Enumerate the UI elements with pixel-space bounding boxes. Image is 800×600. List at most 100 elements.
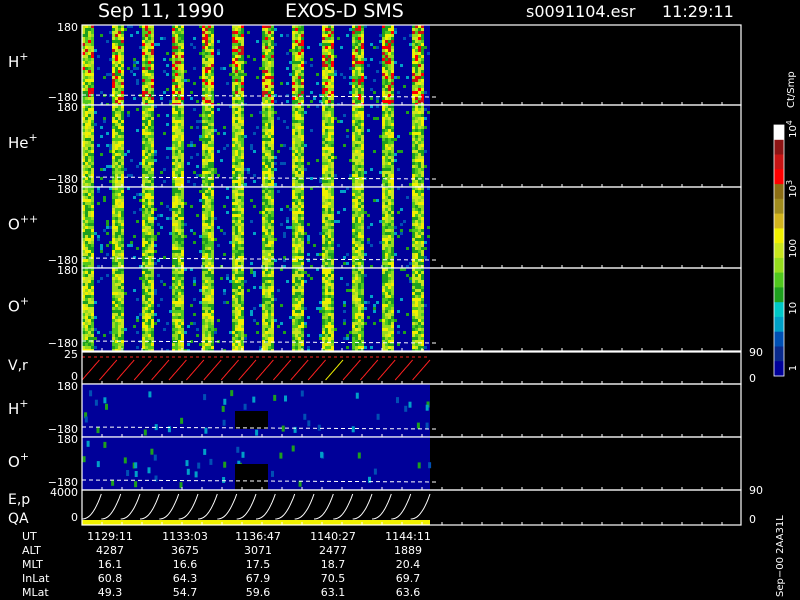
heatmap-cell	[145, 217, 148, 220]
heatmap-cell	[331, 168, 334, 171]
heatmap-cell	[181, 208, 184, 211]
heatmap-cell	[400, 208, 403, 211]
heatmap-cell	[355, 132, 358, 135]
heatmap-cell	[208, 85, 211, 88]
heatmap-cell	[391, 132, 394, 135]
heatmap-cell	[415, 208, 418, 211]
heatmap-cell	[322, 244, 325, 247]
heatmap-cell	[172, 153, 175, 156]
heatmap-cell	[97, 67, 100, 70]
heatmap-cell	[238, 129, 241, 132]
heatmap-cell	[142, 298, 145, 301]
heatmap-cell	[229, 64, 232, 67]
heatmap-cell	[97, 331, 100, 334]
heatmap-cell	[418, 262, 421, 265]
heatmap-cell	[172, 88, 175, 91]
heatmap-cell	[355, 165, 358, 168]
heatmap-cell	[151, 34, 154, 37]
heatmap-cell	[316, 82, 319, 85]
heatmap-cell	[85, 223, 88, 226]
heatmap-cell	[325, 196, 328, 199]
heatmap-cell	[175, 132, 178, 135]
heatmap-cell	[211, 114, 214, 117]
heatmap-cell	[142, 153, 145, 156]
heatmap-cell	[265, 159, 268, 162]
heatmap-cell	[301, 211, 304, 214]
heatmap-cell	[88, 232, 91, 235]
heatmap-cell	[91, 129, 94, 132]
heatmap-cell	[391, 88, 394, 91]
heatmap-cell	[421, 214, 424, 217]
heatmap-cell	[328, 135, 331, 138]
heatmap-cell	[292, 180, 295, 183]
heatmap-cell	[415, 138, 418, 141]
heatmap-cell	[382, 141, 385, 144]
heatmap-cell	[226, 82, 229, 85]
heatmap-cell	[352, 126, 355, 129]
heatmap-cell	[235, 97, 238, 100]
heatmap-cell	[328, 70, 331, 73]
heatmap-cell	[235, 91, 238, 94]
heatmap-cell	[382, 43, 385, 46]
heatmap-cell	[292, 262, 295, 265]
heatmap-cell	[343, 208, 346, 211]
heatmap-cell	[187, 79, 190, 82]
heatmap-cell	[202, 162, 205, 165]
heatmap-cell	[391, 159, 394, 162]
heatmap-cell	[172, 202, 175, 205]
heatmap-cell	[361, 199, 364, 202]
heatmap-cell	[331, 64, 334, 67]
heatmap-cell	[142, 174, 145, 177]
heatmap-cell	[238, 117, 241, 120]
heatmap-cell	[91, 79, 94, 82]
heatmap-cell	[271, 31, 274, 34]
heatmap-cell	[352, 196, 355, 199]
heatmap-cell	[241, 217, 244, 220]
heatmap-cell	[151, 295, 154, 298]
heatmap-cell	[355, 174, 358, 177]
heatmap-cell	[343, 262, 346, 265]
heatmap-cell	[145, 43, 148, 46]
heatmap-cell	[421, 180, 424, 183]
heatmap-cell	[88, 100, 91, 103]
heatmap-cell	[145, 253, 148, 256]
heatmap-cell	[274, 28, 277, 31]
heatmap-cell	[367, 129, 370, 132]
heatmap-cell	[337, 120, 340, 123]
heatmap-cell	[361, 180, 364, 183]
heatmap-cell	[211, 111, 214, 114]
heatmap-cell	[292, 244, 295, 247]
heatmap-cell	[166, 217, 169, 220]
heatmap-cell	[151, 28, 154, 31]
heatmap-cell	[238, 214, 241, 217]
heatmap-cell	[151, 49, 154, 52]
heatmap-cell	[175, 61, 178, 64]
heatmap-cell	[217, 49, 220, 52]
heatmap-cell	[271, 214, 274, 217]
heatmap-cell	[331, 141, 334, 144]
heatmap-cell	[142, 46, 145, 49]
heatmap-cell	[268, 138, 271, 141]
heatmap-cell	[415, 129, 418, 132]
heatmap-cell	[151, 259, 154, 262]
heatmap-cell	[388, 235, 391, 238]
heatmap-cell	[421, 253, 424, 256]
heatmap-cell	[115, 286, 118, 289]
heatmap-cell	[391, 241, 394, 244]
heatmap-cell	[178, 168, 181, 171]
heatmap-cell	[112, 307, 115, 310]
heatmap-cell	[205, 141, 208, 144]
heatmap-cell	[112, 168, 115, 171]
heatmap-cell	[205, 247, 208, 250]
heatmap-cell	[385, 70, 388, 73]
heatmap-cell	[85, 301, 88, 304]
heatmap-cell	[205, 123, 208, 126]
heatmap-cell	[148, 214, 151, 217]
heatmap-cell	[382, 64, 385, 67]
heatmap-cell	[355, 171, 358, 174]
heatmap-cell	[280, 144, 283, 147]
heatmap-cell	[385, 229, 388, 232]
heatmap-cell	[118, 49, 121, 52]
heatmap-cell	[91, 313, 94, 316]
heatmap-cell	[85, 55, 88, 58]
